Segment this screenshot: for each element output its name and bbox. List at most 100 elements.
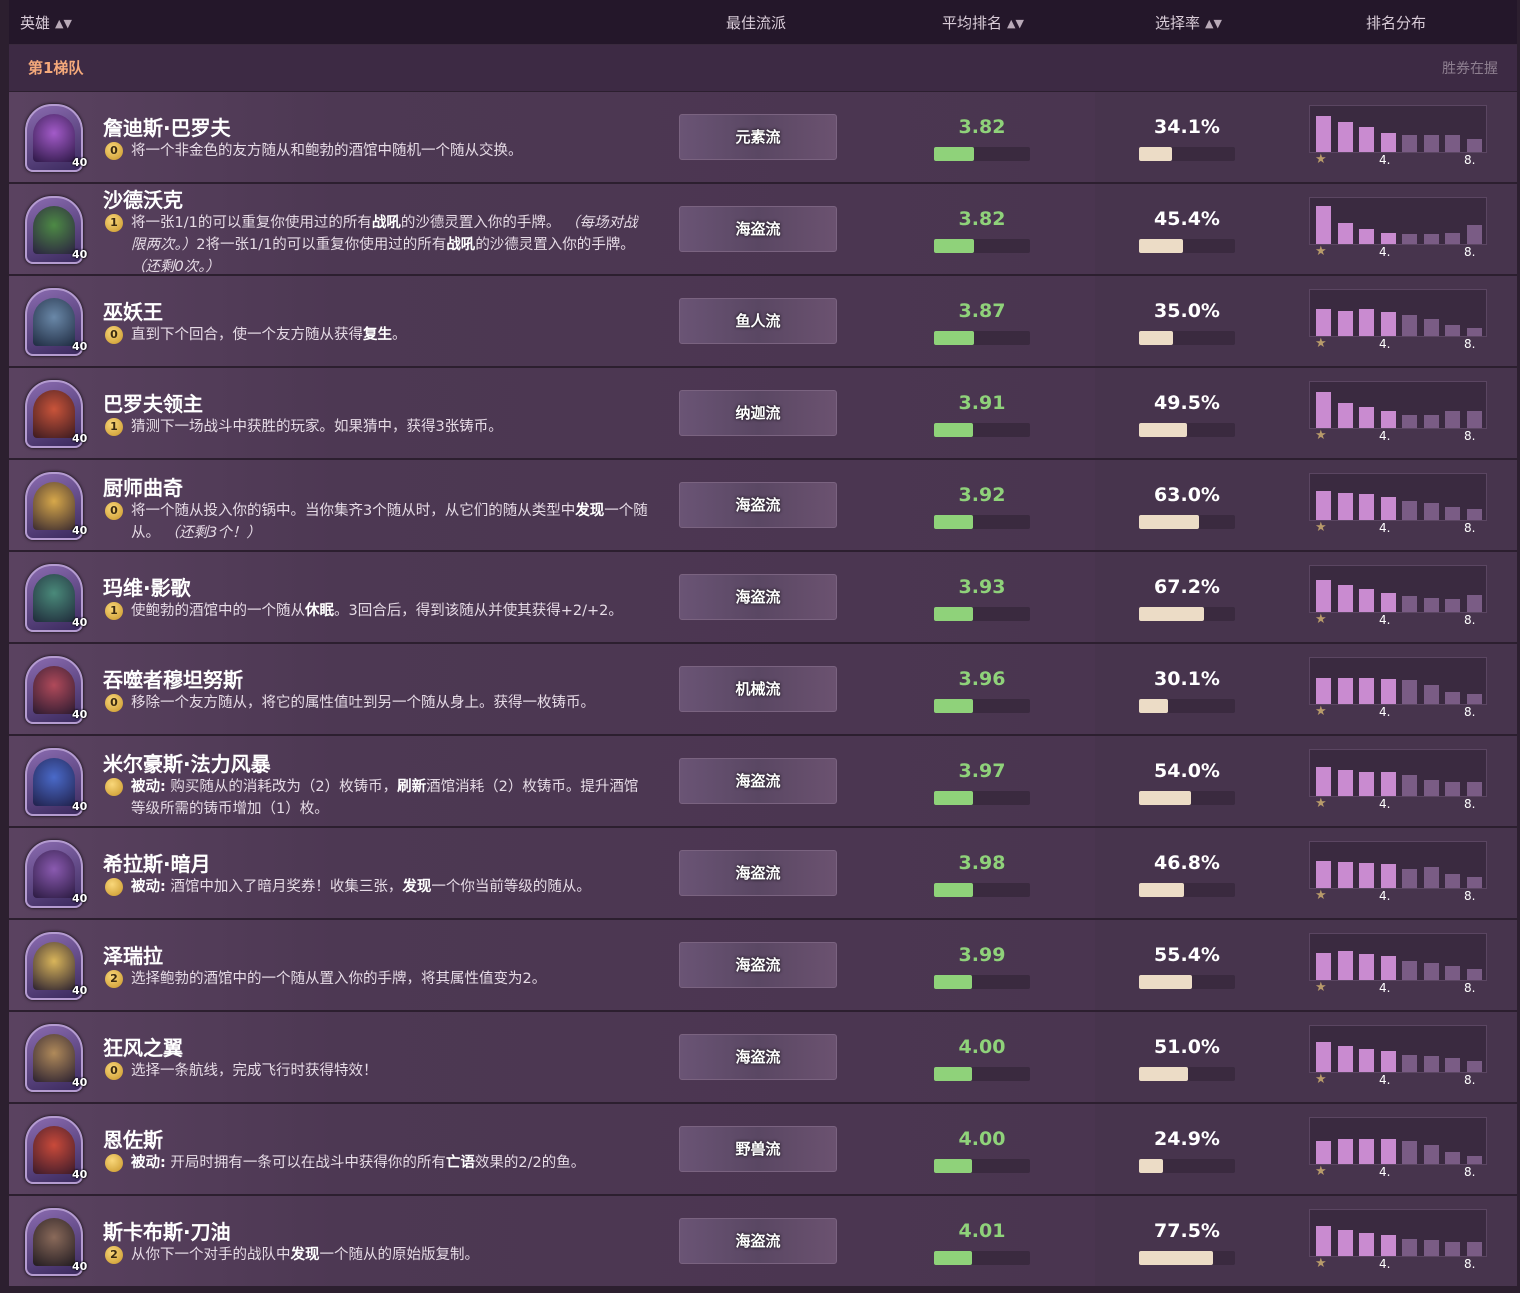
dist-label-mid: 4. — [1379, 705, 1391, 719]
hero-portrait[interactable]: 40 — [25, 1024, 87, 1092]
hero-row[interactable]: 40 吞噬者穆坦努斯 0 移除一个友方随从，将它的属性值吐到另一个随从身上。获得… — [9, 644, 1517, 736]
pick-rate-bar — [1139, 975, 1235, 989]
avg-rank-value: 4.01 — [958, 1220, 1006, 1242]
pick-rate-bar — [1139, 791, 1235, 805]
dist-label-mid: 4. — [1379, 981, 1391, 995]
rank-4-bar — [1380, 956, 1396, 980]
hero-portrait[interactable]: 40 — [25, 748, 87, 816]
hero-name[interactable]: 希拉斯·暗月 — [103, 848, 211, 877]
avg-rank-bar — [934, 607, 1030, 621]
rank-6-bar — [1423, 1240, 1439, 1256]
rank-3-bar — [1359, 127, 1374, 152]
best-archetype-button[interactable]: 机械流 — [679, 666, 837, 712]
rank-distribution-chart — [1309, 105, 1487, 153]
hero-row[interactable]: 40 沙德沃克 1 将一张1/1的可以重复你使用过的所有战吼的沙德灵置入你的手牌… — [9, 184, 1517, 276]
hero-row[interactable]: 40 希拉斯·暗月 被动: 酒馆中加入了暗月奖券！收集三张，发现一个你当前等级的… — [9, 828, 1517, 920]
avg-rank-bar — [934, 147, 1030, 161]
rank-6-bar — [1423, 135, 1439, 152]
hero-portrait[interactable]: 40 — [25, 196, 87, 264]
sort-avg-rank-header[interactable]: 平均排名 ▲▼ — [942, 12, 1024, 33]
hero-portrait[interactable]: 40 — [25, 104, 87, 172]
hero-name[interactable]: 巫妖王 — [103, 296, 163, 325]
hero-name[interactable]: 沙德沃克 — [103, 184, 183, 213]
best-archetype-button[interactable]: 纳迦流 — [679, 390, 837, 436]
best-archetype-button[interactable]: 海盗流 — [679, 1034, 837, 1080]
hero-row[interactable]: 40 狂风之翼 0 选择一条航线，完成飞行时获得特效！ 海盗流 4.00 51.… — [9, 1012, 1517, 1104]
dist-label-end: 8. — [1464, 889, 1476, 903]
sort-icon[interactable]: ▲▼ — [1007, 17, 1024, 30]
best-archetype-button[interactable]: 野兽流 — [679, 1126, 837, 1172]
hero-name[interactable]: 玛维·影歌 — [103, 572, 191, 601]
hero-row[interactable]: 40 玛维·影歌 1 使鲍勃的酒馆中的一个随从休眠。3回合后，得到该随从并使其获… — [9, 552, 1517, 644]
hero-row[interactable]: 40 詹迪斯·巴罗夫 0 将一个非金色的友方随从和鲍勃的酒馆中随机一个随从交换。… — [9, 92, 1517, 184]
best-archetype-button[interactable]: 海盗流 — [679, 574, 837, 620]
hero-portrait[interactable]: 40 — [25, 380, 87, 448]
hero-power-text: 移除一个友方随从，将它的属性值吐到另一个随从身上。获得一枚铸币。 — [131, 695, 595, 711]
sort-pick-rate-header[interactable]: 选择率 ▲▼ — [1155, 12, 1222, 33]
rank-3-bar — [1359, 772, 1374, 796]
hero-row[interactable]: 40 恩佐斯 被动: 开局时拥有一条可以在战斗中获得你的所有亡语效果的2/2的鱼… — [9, 1104, 1517, 1196]
hero-portrait[interactable]: 40 — [25, 840, 87, 908]
sort-icon[interactable]: ▲▼ — [1205, 17, 1222, 30]
hero-portrait[interactable]: 40 — [25, 1208, 87, 1276]
rank-3-bar — [1359, 589, 1374, 612]
rank-8-bar — [1466, 595, 1482, 612]
avg-rank-value: 3.98 — [958, 852, 1006, 874]
sort-hero-header[interactable]: 英雄 ▲▼ — [20, 12, 72, 33]
hero-portrait[interactable]: 40 — [25, 656, 87, 724]
rank-3-bar — [1359, 1049, 1374, 1072]
sort-icon[interactable]: ▲▼ — [55, 17, 72, 30]
hero-row[interactable]: 40 巴罗夫领主 1 猜测下一场战斗中获胜的玩家。如果猜中，获得3张铸币。 纳迦… — [9, 368, 1517, 460]
rank-distribution-chart — [1309, 933, 1487, 981]
armor-value: 40 — [72, 1076, 88, 1089]
pick-rate-value: 55.4% — [1154, 944, 1220, 966]
best-archetype-button[interactable]: 元素流 — [679, 114, 837, 160]
best-archetype-button[interactable]: 海盗流 — [679, 482, 837, 528]
hero-portrait[interactable]: 40 — [25, 1116, 87, 1184]
best-archetype-button[interactable]: 海盗流 — [679, 206, 837, 252]
star-icon: ★ — [1315, 1072, 1327, 1087]
hero-portrait[interactable]: 40 — [25, 564, 87, 632]
armor-value: 40 — [72, 432, 88, 445]
best-archetype-button[interactable]: 海盗流 — [679, 1218, 837, 1264]
hero-name[interactable]: 米尔豪斯·法力风暴 — [103, 748, 271, 777]
best-archetype-button[interactable]: 海盗流 — [679, 850, 837, 896]
armor-value: 40 — [72, 1168, 88, 1181]
rank-4-bar — [1380, 772, 1396, 796]
hero-name[interactable]: 狂风之翼 — [103, 1032, 183, 1061]
hero-name[interactable]: 巴罗夫领主 — [103, 388, 203, 417]
star-icon: ★ — [1315, 612, 1327, 627]
hero-portrait[interactable]: 40 — [25, 932, 87, 1000]
hero-power-cost-icon — [105, 878, 123, 896]
hero-name[interactable]: 斯卡布斯·刀油 — [103, 1216, 231, 1245]
hero-row[interactable]: 40 巫妖王 0 直到下个回合，使一个友方随从获得复生。 鱼人流 3.87 35… — [9, 276, 1517, 368]
dist-label-mid: 4. — [1379, 153, 1391, 167]
rank-5-bar — [1402, 1055, 1417, 1072]
hero-portrait[interactable]: 40 — [25, 288, 87, 356]
rank-7-bar — [1445, 692, 1460, 704]
best-archetype-button[interactable]: 海盗流 — [679, 942, 837, 988]
hero-name[interactable]: 吞噬者穆坦努斯 — [103, 664, 243, 693]
rank-6-bar — [1423, 963, 1439, 980]
tier-tag: 胜券在握 — [1442, 61, 1498, 77]
hero-row[interactable]: 40 泽瑞拉 2 选择鲍勃的酒馆中的一个随从置入你的手牌，将其属性值变为2。 海… — [9, 920, 1517, 1012]
hero-name[interactable]: 厨师曲奇 — [103, 472, 183, 501]
rank-4-bar — [1380, 1235, 1396, 1256]
dist-label-end: 8. — [1464, 1073, 1476, 1087]
rank-8-bar — [1466, 411, 1482, 428]
rank-distribution-chart — [1309, 1209, 1487, 1257]
rank-5-bar — [1402, 1141, 1417, 1164]
hero-row[interactable]: 40 米尔豪斯·法力风暴 被动: 购买随从的消耗改为（2）枚铸币，刷新酒馆消耗（… — [9, 736, 1517, 828]
hero-name[interactable]: 詹迪斯·巴罗夫 — [103, 112, 231, 141]
avg-rank-value: 3.96 — [958, 668, 1006, 690]
hero-name[interactable]: 泽瑞拉 — [103, 940, 163, 969]
hero-name[interactable]: 恩佐斯 — [103, 1124, 163, 1153]
best-archetype-button[interactable]: 鱼人流 — [679, 298, 837, 344]
rank-distribution-chart — [1309, 197, 1487, 245]
hero-row[interactable]: 40 厨师曲奇 0 将一个随从投入你的锅中。当你集齐3个随从时，从它们的随从类型… — [9, 460, 1517, 552]
pick-rate-bar — [1139, 607, 1235, 621]
pick-rate-bar — [1139, 699, 1235, 713]
best-archetype-button[interactable]: 海盗流 — [679, 758, 837, 804]
hero-portrait[interactable]: 40 — [25, 472, 87, 540]
hero-row[interactable]: 40 斯卡布斯·刀油 2 从你下一个对手的战队中发现一个随从的原始版复制。 海盗… — [9, 1196, 1517, 1288]
